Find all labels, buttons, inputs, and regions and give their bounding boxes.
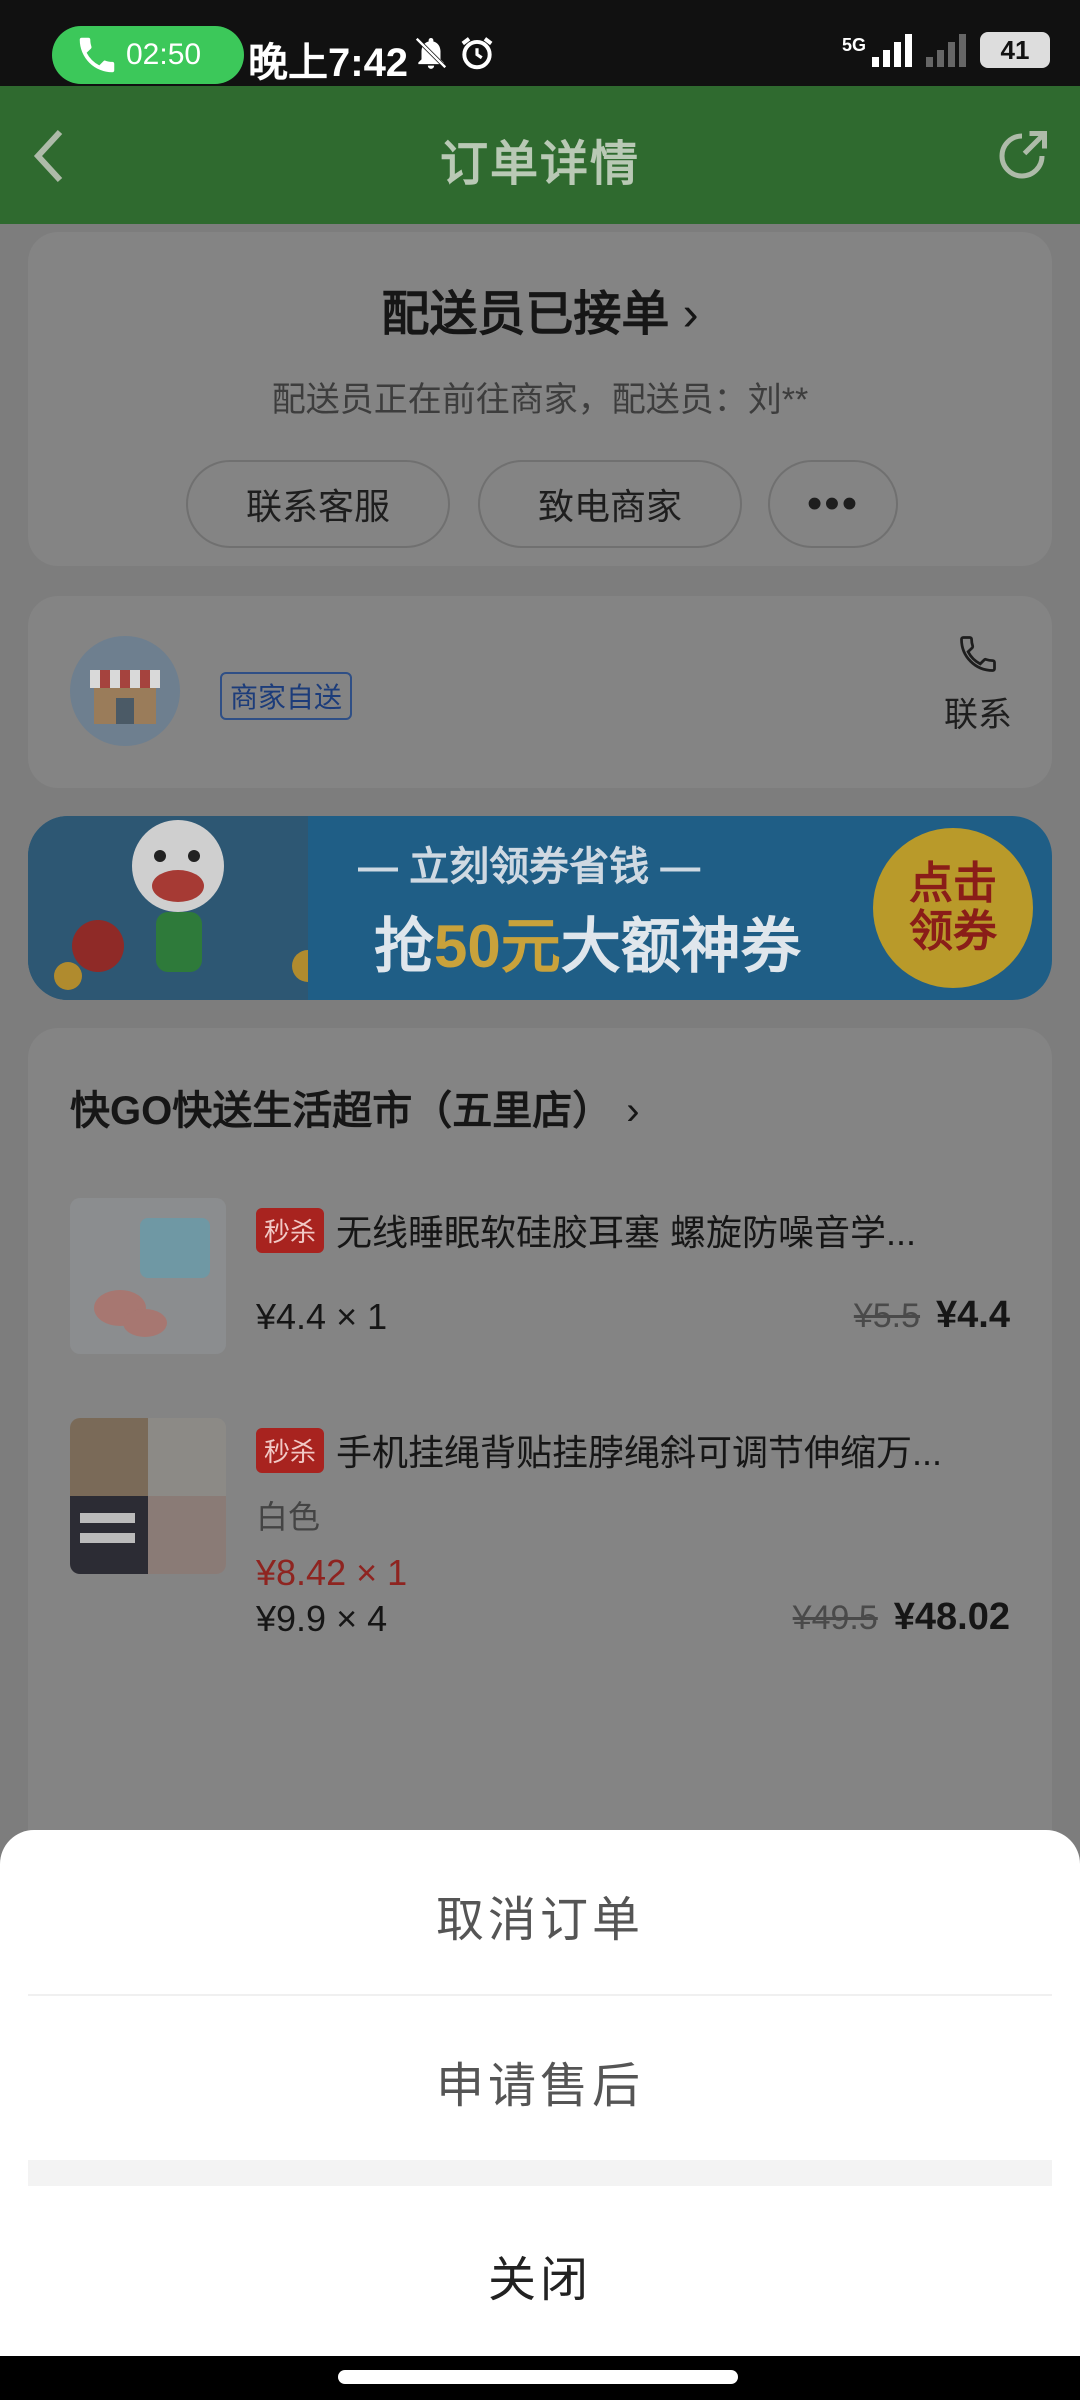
unit-price-qty: ¥9.9 × 4 <box>256 1598 388 1639</box>
delivery-status-title[interactable]: 配送员已接单 › <box>28 274 1052 344</box>
contact-service-button[interactable]: 联系客服 <box>186 460 450 548</box>
signal-2-icon <box>926 33 966 67</box>
store-name-link[interactable]: 快GO快送生活超市（五里店） › <box>70 1078 640 1136</box>
coupon-banner[interactable]: — 立刻领券省钱 — 抢50元大额神券 点击领券 <box>28 816 1052 1000</box>
signal-icon <box>872 33 912 67</box>
more-dots-icon: ••• <box>806 479 860 528</box>
list-item[interactable]: 秒杀 无线睡眠软硅胶耳塞 螺旋防噪音学... ¥4.4 × 1 ¥5.5 ¥4.… <box>70 1198 1010 1358</box>
alarm-icon <box>461 37 493 70</box>
network-type: 5G <box>841 34 866 55</box>
contact-label: 联系 <box>944 696 1012 734</box>
phone-icon <box>79 37 115 73</box>
product-variant: 白色 <box>256 1499 321 1535</box>
banner-suffix: 大额神券 <box>560 913 801 980</box>
original-price: ¥5.5 <box>853 1297 921 1335</box>
store-avatar <box>70 636 180 746</box>
product-thumbnail <box>70 1198 226 1354</box>
battery-icon: 41 <box>980 32 1050 68</box>
product-thumbnail <box>70 1418 226 1574</box>
list-item[interactable]: 秒杀 手机挂绳背贴挂脖绳斜可调节伸缩万... 白色 ¥8.42 × 1 ¥9.9… <box>70 1418 1010 1658</box>
battery-level: 41 <box>1000 34 1030 65</box>
section-gap <box>28 2160 1052 2186</box>
call-merchant-button[interactable]: 致电商家 <box>478 460 742 548</box>
item-total: ¥4.4 <box>936 1294 1010 1336</box>
divider <box>28 1994 1052 1996</box>
page-title: 订单详情 <box>439 138 640 191</box>
self-delivery-badge: 商家自送 <box>220 672 353 720</box>
original-price: ¥49.5 <box>792 1599 878 1637</box>
chevron-right-icon: › <box>669 288 699 341</box>
banner-prefix: 抢 <box>374 913 434 980</box>
ongoing-call-pill[interactable]: 02:50 <box>52 26 244 84</box>
share-icon[interactable] <box>992 126 1052 186</box>
store-name: 快GO快送生活超市（五里店） <box>70 1089 613 1133</box>
promo-price-qty: ¥8.42 × 1 <box>256 1552 408 1593</box>
delivery-status-card: 配送员已接单 › 配送员正在前往商家，配送员：刘** 联系客服 致电商家 ••• <box>28 232 1052 566</box>
item-total: ¥48.02 <box>893 1596 1010 1638</box>
phone-icon <box>960 636 996 672</box>
merchant-card: 商家自送 联系 <box>28 596 1052 788</box>
banner-cta[interactable]: 点击领券 <box>873 828 1033 988</box>
cancel-order-button[interactable]: 取消订单 <box>0 1880 1080 1950</box>
banner-cta-label: 点击领券 <box>909 859 997 956</box>
banner-mascot <box>28 816 324 1000</box>
top-bar: 订单详情 <box>0 86 1080 224</box>
store-icon <box>90 670 160 724</box>
close-button[interactable]: 关闭 <box>0 2240 1080 2310</box>
product-name: 无线睡眠软硅胶耳塞 螺旋防噪音学... <box>336 1212 917 1253</box>
chevron-right-icon: › <box>626 1089 640 1133</box>
banner-line2: 抢50元大额神券 <box>374 898 801 985</box>
banner-amount: 50元 <box>434 913 561 980</box>
product-name: 手机挂绳背贴挂脖绳斜可调节伸缩万... <box>336 1432 943 1473</box>
flash-sale-tag: 秒杀 <box>256 1207 325 1253</box>
delivery-status-text: 配送员已接单 <box>381 288 670 341</box>
banner-line1: — 立刻领券省钱 — <box>358 845 701 889</box>
delivery-status-subtitle: 配送员正在前往商家，配送员：刘** <box>271 381 809 419</box>
mute-bell-icon <box>415 37 447 69</box>
flash-sale-tag: 秒杀 <box>256 1427 325 1473</box>
call-duration: 02:50 <box>126 38 202 71</box>
more-options-button[interactable]: ••• <box>768 460 898 548</box>
unit-price-qty: ¥4.4 × 1 <box>256 1296 388 1337</box>
contact-merchant-button[interactable]: 联系 <box>928 632 1028 736</box>
home-indicator[interactable] <box>338 2370 738 2384</box>
status-clock: 晚上7:42 <box>248 41 409 85</box>
after-sale-button[interactable]: 申请售后 <box>0 2046 1080 2116</box>
action-sheet: 取消订单 申请售后 关闭 <box>0 1830 1080 2356</box>
status-bar: 02:50 晚上7:42 5G 41 <box>0 0 1080 86</box>
